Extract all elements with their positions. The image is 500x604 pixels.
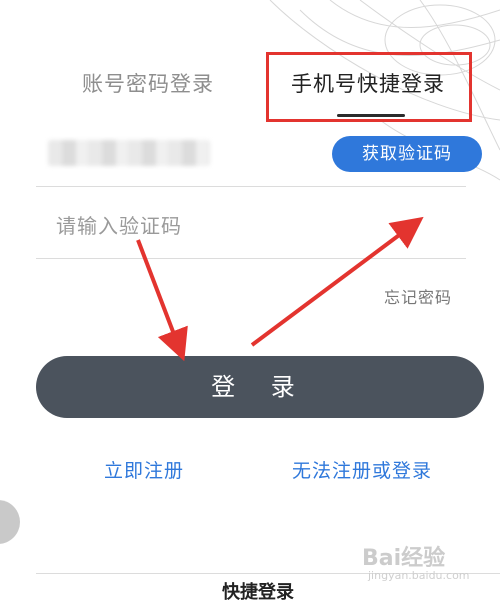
get-verification-code-button[interactable]: 获取验证码	[332, 136, 482, 172]
side-handle[interactable]	[0, 500, 20, 544]
login-button[interactable]: 登 录	[36, 356, 484, 418]
baidu-watermark: Bai经验	[362, 546, 446, 571]
baidu-watermark-url: jingyan.baidu.com	[368, 569, 470, 582]
forgot-password-link[interactable]: 忘记密码	[384, 284, 452, 308]
divider	[36, 186, 466, 187]
cannot-register-or-login-link[interactable]: 无法注册或登录	[292, 456, 432, 483]
annotation-highlight-box	[266, 52, 472, 122]
verification-code-input[interactable]: 请输入验证码	[56, 210, 182, 239]
quick-login-title: 快捷登录	[222, 582, 294, 603]
tab-account-password-login[interactable]: 账号密码登录	[82, 68, 214, 98]
annotation-arrow-down	[136, 239, 188, 362]
phone-number-field[interactable]	[48, 140, 210, 166]
register-link[interactable]: 立即注册	[104, 456, 184, 483]
divider	[36, 258, 466, 259]
